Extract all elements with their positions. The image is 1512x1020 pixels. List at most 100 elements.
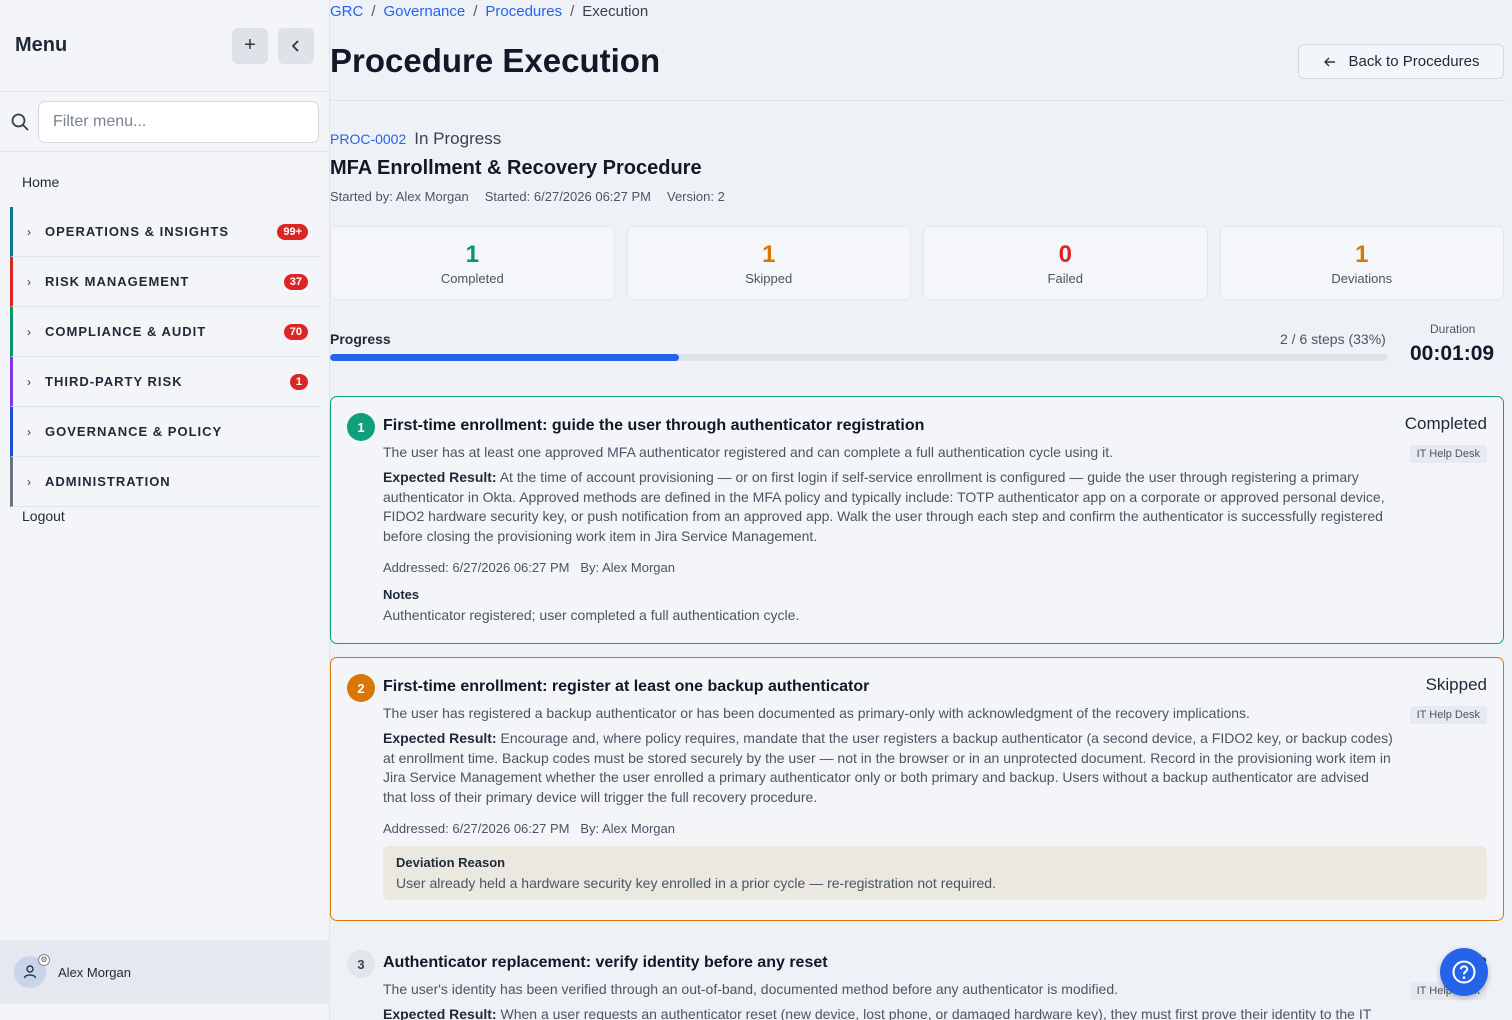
plus-icon: +	[244, 34, 256, 56]
expected-result: Expected Result: When a user requests an…	[383, 1005, 1393, 1020]
filter-row	[0, 92, 329, 152]
stat-label: Deviations	[1331, 271, 1393, 286]
deviation-title: Deviation Reason	[396, 855, 506, 870]
step-number: 1	[347, 413, 375, 441]
stat-value: 1	[1355, 241, 1369, 268]
nav-home[interactable]: Home	[0, 174, 59, 190]
addressed-date: Addressed: 6/27/2026 06:27 PM	[383, 821, 570, 836]
nav-governance-policy[interactable]: › GOVERNANCE & POLICY	[10, 407, 320, 457]
step-title: First-time enrollment: register at least…	[383, 678, 870, 695]
chevron-right-icon: ›	[27, 474, 31, 489]
menu-header: Menu +	[0, 0, 329, 92]
chevron-right-icon: ›	[27, 324, 31, 339]
back-to-procedures-button[interactable]: Back to Procedures	[1298, 44, 1504, 79]
user-icon	[23, 965, 37, 979]
started-at: Started: 6/27/2026 06:27 PM	[484, 189, 651, 204]
nav-operations-insights[interactable]: › OPERATIONS & INSIGHTS 99+	[10, 207, 320, 257]
owner-tag: IT Help Desk	[1409, 445, 1487, 463]
nav-label: THIRD-PARTY RISK	[45, 374, 183, 389]
stat-deviations: 1 Deviations	[1219, 226, 1504, 300]
sidebar: Menu + Home › OPERATIONS & INSIGHTS 99+ …	[0, 0, 330, 1020]
expected-label: Expected Result:	[383, 469, 497, 485]
breadcrumb-grc[interactable]: GRC	[330, 3, 363, 20]
nav-third-party-risk[interactable]: › THIRD-PARTY RISK 1	[10, 357, 320, 407]
main-content: GRC / Governance / Procedures / Execution Proc…	[330, 0, 1512, 1020]
addressed-by: By: Alex Morgan	[580, 560, 675, 575]
stat-value: 1	[465, 241, 479, 268]
procedure-title: MFA Enrollment & Recovery Procedure	[330, 157, 702, 179]
user-name: Alex Morgan	[58, 964, 131, 980]
duration-value: 00:01:09	[1410, 342, 1495, 365]
avatar: ⚙	[14, 954, 50, 988]
addressed-info: Addressed: 6/27/2026 06:27 PM By: Alex M…	[383, 821, 1487, 836]
nav-logout[interactable]: Logout	[0, 508, 65, 524]
breadcrumb-current: Execution	[582, 3, 649, 20]
chevron-right-icon: ›	[27, 224, 31, 239]
nav-label: OPERATIONS & INSIGHTS	[45, 224, 229, 239]
step-number: 2	[347, 674, 375, 702]
addressed-date: Addressed: 6/27/2026 06:27 PM	[383, 560, 570, 575]
help-circle-icon	[1452, 960, 1476, 984]
deviation-text: User already held a hardware security ke…	[396, 875, 996, 891]
step-card[interactable]: 2 First-time enrollment: register at lea…	[330, 657, 1504, 921]
count-badge: 1	[289, 373, 308, 390]
breadcrumb: GRC / Governance / Procedures / Execution	[330, 3, 648, 20]
nav-risk-management[interactable]: › RISK MANAGEMENT 37	[10, 257, 320, 307]
settings-gear-icon: ⚙	[38, 954, 50, 966]
breadcrumb-governance[interactable]: Governance	[384, 3, 466, 20]
chevron-left-icon	[291, 39, 299, 52]
notes-title: Notes	[383, 587, 420, 602]
nav-administration[interactable]: › ADMINISTRATION	[10, 457, 320, 507]
stat-value: 0	[1058, 241, 1072, 268]
breadcrumb-separator: /	[473, 3, 478, 20]
owner-tag: IT Help Desk	[1409, 706, 1487, 724]
nav-compliance-audit[interactable]: › COMPLIANCE & AUDIT 70	[10, 307, 320, 357]
add-button[interactable]: +	[232, 27, 268, 64]
user-profile[interactable]: ⚙ Alex Morgan	[0, 940, 330, 1004]
stat-value: 1	[762, 241, 776, 268]
started-by: Started by: Alex Morgan	[330, 189, 469, 204]
collapse-sidebar-button[interactable]	[278, 27, 314, 64]
notes-text: Authenticator registered; user completed…	[383, 607, 800, 623]
count-badge: 99+	[277, 223, 308, 240]
progress-label: Progress	[330, 331, 391, 347]
divider	[330, 100, 1506, 101]
stat-label: Completed	[440, 271, 504, 286]
step-title: First-time enrollment: guide the user th…	[383, 417, 925, 434]
stat-label: Skipped	[745, 271, 793, 286]
step-description: The user has at least one approved MFA a…	[383, 444, 1113, 460]
step-title: Authenticator replacement: verify identi…	[383, 954, 828, 971]
addressed-info: Addressed: 6/27/2026 06:27 PM By: Alex M…	[383, 560, 1487, 575]
expected-text: When a user requests an authenticator re…	[500, 1006, 1372, 1020]
breadcrumb-procedures[interactable]: Procedures	[485, 3, 562, 20]
step-description: The user has registered a backup authent…	[383, 705, 1250, 721]
duration-label: Duration	[1430, 322, 1476, 336]
stat-completed: 1 Completed	[330, 226, 615, 300]
step-description: The user's identity has been verified th…	[383, 981, 1119, 997]
arrow-left-icon	[1323, 57, 1335, 66]
stat-skipped: 1 Skipped	[626, 226, 911, 300]
step-number: 3	[347, 950, 375, 978]
count-badge: 37	[283, 273, 308, 290]
step-status: Skipped	[1425, 675, 1487, 694]
nav-label: ADMINISTRATION	[45, 474, 171, 489]
expected-text: At the time of account provisioning — or…	[383, 469, 1385, 544]
step-status: Completed	[1404, 414, 1487, 433]
back-button-label: Back to Procedures	[1348, 53, 1480, 70]
procedure-id-row: PROC-0002 In Progress	[330, 129, 501, 149]
search-icon	[10, 112, 38, 132]
filter-menu-input[interactable]	[38, 100, 319, 143]
step-card[interactable]: 3 Authenticator replacement: verify iden…	[330, 933, 1504, 1020]
procedure-meta: Started by: Alex Morgan Started: 6/27/20…	[330, 189, 725, 204]
help-button[interactable]	[1440, 948, 1488, 996]
procedure-id[interactable]: PROC-0002	[330, 131, 406, 147]
deviation-box: Deviation Reason User already held a har…	[383, 846, 1487, 900]
progress-steps: 2 / 6 steps (33%)	[1280, 331, 1386, 347]
stat-failed: 0 Failed	[923, 226, 1208, 300]
step-card[interactable]: 1 First-time enrollment: guide the user …	[330, 396, 1504, 644]
stat-cards: 1 Completed 1 Skipped 0 Failed 1 Deviati…	[330, 226, 1504, 300]
expected-label: Expected Result:	[383, 1006, 497, 1020]
chevron-right-icon: ›	[27, 424, 31, 439]
count-badge: 70	[283, 323, 308, 340]
expected-result: Expected Result: Encourage and, where po…	[383, 729, 1393, 807]
